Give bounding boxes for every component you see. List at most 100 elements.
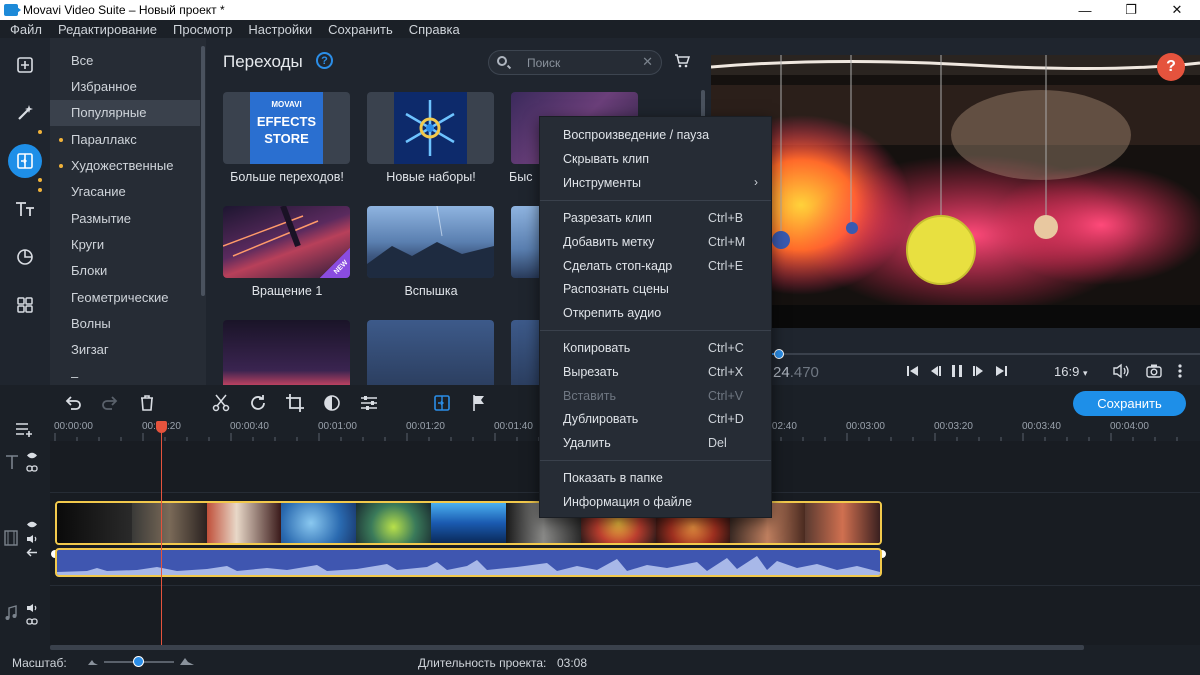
category-blur[interactable]: Размытие bbox=[50, 206, 200, 232]
playback-progress[interactable] bbox=[711, 349, 1200, 359]
category-parallax[interactable]: Параллакс bbox=[50, 127, 200, 153]
delete-icon[interactable] bbox=[137, 393, 157, 413]
menu-item-paste[interactable]: Вставить Ctrl+V bbox=[540, 384, 773, 408]
category-favorites[interactable]: Избранное bbox=[50, 74, 200, 100]
detach-arrow-icon[interactable] bbox=[26, 548, 38, 557]
category-waves[interactable]: Волны bbox=[50, 311, 200, 337]
cart-icon[interactable] bbox=[674, 54, 690, 68]
maximize-button[interactable]: ❐ bbox=[1108, 0, 1154, 20]
aspect-ratio-select[interactable]: 16:9 ▾ bbox=[1054, 364, 1087, 379]
transition-tile[interactable] bbox=[223, 320, 350, 385]
menu-item-add-marker[interactable]: Добавить метку Ctrl+M bbox=[540, 230, 773, 254]
add-track-icon[interactable] bbox=[14, 421, 36, 437]
menu-help[interactable]: Справка bbox=[409, 22, 460, 37]
color-adjust-icon[interactable] bbox=[322, 393, 342, 413]
cut-icon[interactable] bbox=[211, 393, 231, 413]
crop-icon[interactable] bbox=[285, 393, 305, 413]
menu-item-label: Вставить bbox=[563, 389, 616, 403]
category-circles[interactable]: Круги bbox=[50, 232, 200, 258]
more-options-icon[interactable] bbox=[1176, 363, 1184, 379]
transition-tile[interactable] bbox=[367, 320, 494, 385]
frame-back-icon[interactable] bbox=[928, 364, 942, 378]
search-box[interactable]: ✕ bbox=[488, 50, 662, 75]
snapshot-icon[interactable] bbox=[1146, 363, 1162, 378]
transition-tile-store[interactable]: MOVAVI EFFECTS STORE bbox=[223, 92, 350, 164]
transition-tile-new-packs[interactable] bbox=[367, 92, 494, 164]
category-fade[interactable]: Угасание bbox=[50, 179, 200, 205]
clear-search-icon[interactable]: ✕ bbox=[642, 54, 653, 70]
video-preview[interactable] bbox=[711, 55, 1200, 328]
category-geometric[interactable]: Геометрические bbox=[50, 285, 200, 311]
menu-item-detect-scenes[interactable]: Распознать сцены bbox=[540, 277, 773, 301]
clip-properties-icon[interactable] bbox=[359, 393, 379, 413]
menu-item-freeze-frame[interactable]: Сделать стоп-кадр Ctrl+E bbox=[540, 254, 773, 278]
menu-item-hide-clip[interactable]: Скрывать клип bbox=[540, 147, 773, 171]
scrollbar-thumb[interactable] bbox=[201, 46, 205, 296]
titles-button[interactable] bbox=[8, 192, 42, 226]
marker-flag-icon[interactable] bbox=[469, 393, 489, 413]
menu-view[interactable]: Просмотр bbox=[173, 22, 232, 37]
menu-item-duplicate[interactable]: Дублировать Ctrl+D bbox=[540, 407, 773, 431]
menu-item-tools[interactable]: Инструменты › bbox=[540, 171, 773, 195]
menu-item-delete[interactable]: Удалить Del bbox=[540, 431, 773, 455]
transition-wizard-icon[interactable] bbox=[432, 393, 452, 413]
category-popular[interactable]: Популярные bbox=[50, 100, 200, 126]
menu-save[interactable]: Сохранить bbox=[328, 22, 393, 37]
transitions-button[interactable] bbox=[8, 144, 42, 178]
zoom-out-icon[interactable] bbox=[88, 659, 98, 665]
frame-forward-icon[interactable] bbox=[972, 364, 986, 378]
menu-item-split-clip[interactable]: Разрезать клип Ctrl+B bbox=[540, 206, 773, 230]
volume-icon[interactable] bbox=[26, 603, 38, 613]
volume-icon[interactable] bbox=[1112, 363, 1130, 379]
menu-item-copy[interactable]: Копировать Ctrl+C bbox=[540, 336, 773, 360]
link-icon[interactable] bbox=[26, 464, 38, 473]
category-blocks[interactable]: Блоки bbox=[50, 258, 200, 284]
pause-icon[interactable] bbox=[950, 363, 964, 379]
playhead[interactable] bbox=[161, 421, 162, 645]
undo-icon[interactable] bbox=[63, 393, 83, 413]
transition-tile-rotation[interactable]: NEW bbox=[223, 206, 350, 278]
menu-edit[interactable]: Редактирование bbox=[58, 22, 157, 37]
menu-item-cut[interactable]: Вырезать Ctrl+X bbox=[540, 360, 773, 384]
more-tools-button[interactable] bbox=[8, 288, 42, 322]
menu-item-file-info[interactable]: Информация о файле bbox=[540, 490, 773, 514]
category-artistic[interactable]: Художественные bbox=[50, 153, 200, 179]
skip-end-icon[interactable] bbox=[994, 364, 1008, 378]
search-input[interactable] bbox=[527, 54, 637, 72]
transition-tile-flash[interactable] bbox=[367, 206, 494, 278]
category-label: Популярные bbox=[71, 105, 147, 120]
duration-value: 03:08 bbox=[557, 656, 588, 670]
help-icon[interactable]: ? bbox=[316, 52, 333, 69]
stickers-button[interactable] bbox=[8, 240, 42, 274]
skip-start-icon[interactable] bbox=[906, 364, 920, 378]
playhead-handle[interactable] bbox=[156, 421, 167, 433]
menu-item-play-pause[interactable]: Воспроизведение / пауза bbox=[540, 123, 773, 147]
menu-item-label: Воспроизведение / пауза bbox=[563, 128, 710, 142]
audio-clip[interactable] bbox=[55, 548, 882, 577]
ruler-tick-label: 00:00:40 bbox=[230, 421, 269, 432]
save-button[interactable]: Сохранить bbox=[1073, 391, 1186, 416]
eye-icon[interactable] bbox=[26, 451, 38, 460]
filters-button[interactable] bbox=[8, 96, 42, 130]
category-all[interactable]: Все bbox=[50, 48, 200, 74]
minimize-button[interactable]: — bbox=[1062, 0, 1108, 20]
close-button[interactable]: ✕ bbox=[1154, 0, 1200, 20]
menu-item-show-in-folder[interactable]: Показать в папке bbox=[540, 466, 773, 490]
menu-file[interactable]: Файл bbox=[10, 22, 42, 37]
eye-icon[interactable] bbox=[26, 520, 38, 529]
tile-label: Больше переходов! bbox=[230, 170, 344, 184]
link-icon[interactable] bbox=[26, 617, 38, 626]
menu-item-label: Добавить метку bbox=[563, 235, 655, 249]
zoom-in-icon[interactable] bbox=[180, 657, 194, 665]
menu-settings[interactable]: Настройки bbox=[248, 22, 312, 37]
menu-item-detach-audio[interactable]: Открепить аудио bbox=[540, 301, 773, 325]
zoom-slider-knob[interactable] bbox=[133, 656, 144, 667]
category-more[interactable]: – bbox=[50, 364, 200, 385]
timeline-scrollbar[interactable] bbox=[50, 645, 1084, 650]
help-button[interactable]: ? bbox=[1157, 53, 1185, 81]
category-zigzag[interactable]: Зигзаг bbox=[50, 337, 200, 363]
rotate-icon[interactable] bbox=[248, 393, 268, 413]
redo-icon[interactable] bbox=[100, 393, 120, 413]
import-button[interactable] bbox=[8, 48, 42, 82]
volume-icon[interactable] bbox=[26, 534, 38, 544]
